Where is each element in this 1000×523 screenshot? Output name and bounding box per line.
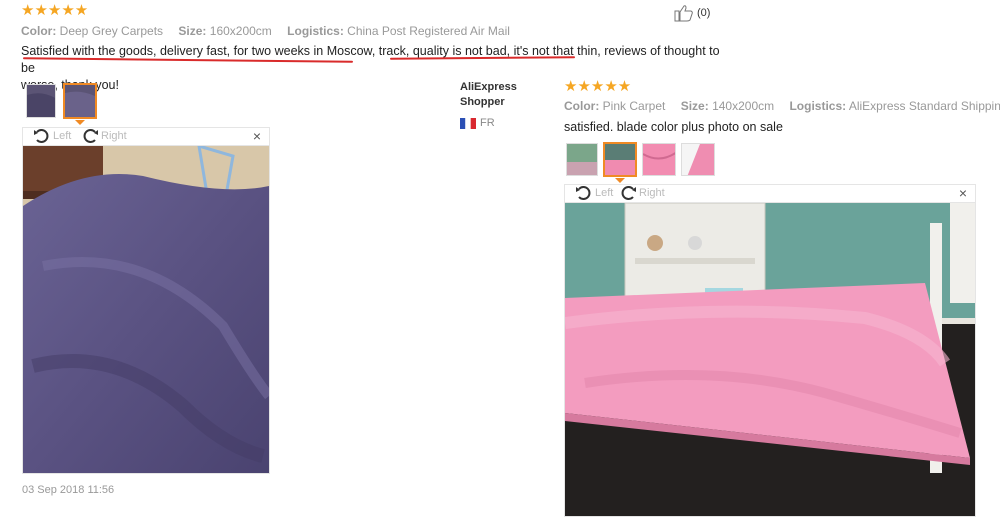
reviewer-country: FR — [460, 117, 495, 129]
rating-stars: ★★★★★ — [564, 78, 632, 95]
rotate-left-icon — [576, 186, 591, 200]
size-label: Size: — [178, 24, 207, 38]
rotate-right-label: Right — [639, 187, 665, 199]
grey-rug-photo — [23, 146, 269, 473]
photo-thumbnail[interactable] — [642, 143, 676, 176]
color-value: Pink Carpet — [602, 99, 666, 113]
logistics-label: Logistics: — [789, 99, 847, 113]
color-value: Deep Grey Carpets — [59, 24, 164, 38]
size-label: Size: — [680, 99, 709, 113]
image-viewer-toolbar: Left Right × — [564, 184, 976, 203]
rotate-right-button[interactable]: Right — [619, 185, 665, 201]
close-icon[interactable]: × — [959, 185, 967, 201]
rating-stars: ★★★★★ — [21, 2, 89, 19]
image-viewer-toolbar: Left Right × — [22, 127, 270, 146]
size-value: 140x200cm — [712, 99, 775, 113]
rotate-right-icon — [621, 186, 636, 200]
rug-photo-icon — [682, 144, 714, 175]
rotate-left-icon — [34, 129, 49, 143]
rotate-right-icon — [83, 129, 98, 143]
helpful-count: (0) — [697, 7, 711, 19]
logistics-value: AliExpress Standard Shipping — [848, 99, 1000, 113]
logistics-label: Logistics: — [287, 24, 344, 38]
color-label: Color: — [564, 99, 600, 113]
review-meta: Color: Pink Carpet Size: 140x200cm Logis… — [564, 99, 1000, 113]
helpful-button[interactable]: (0) — [674, 4, 710, 22]
review-photo-large — [22, 145, 270, 474]
photo-thumbnail[interactable] — [26, 84, 56, 118]
reviewer-name: AliExpress Shopper — [460, 80, 517, 110]
rug-photo-icon — [65, 85, 95, 117]
france-flag-icon — [460, 117, 476, 129]
reviewer-name-line: Shopper — [460, 96, 505, 108]
rotate-right-label: Right — [101, 130, 127, 142]
review-text: satisfied. blade color plus photo on sal… — [564, 120, 783, 134]
review-photo-large — [564, 202, 976, 517]
size-value: 160x200cm — [209, 24, 272, 38]
rug-photo-icon — [605, 144, 635, 175]
logistics-value: China Post Registered Air Mail — [347, 24, 510, 38]
photo-thumbnail[interactable] — [681, 143, 715, 176]
country-code: FR — [480, 117, 495, 129]
pink-rug-photo — [565, 203, 975, 516]
thumbs-up-icon — [674, 5, 693, 22]
color-label: Color: — [21, 24, 57, 38]
rotate-right-button[interactable]: Right — [81, 128, 127, 144]
close-icon[interactable]: × — [253, 128, 261, 144]
rug-photo-icon — [643, 144, 675, 175]
photo-thumbnail-selected[interactable] — [603, 142, 637, 177]
rotate-left-button[interactable]: Left — [575, 185, 613, 201]
rotate-left-label: Left — [595, 187, 614, 199]
photo-thumbnail[interactable] — [566, 143, 598, 176]
photo-thumbnail-selected[interactable] — [63, 83, 97, 119]
rotate-left-button[interactable]: Left — [33, 128, 71, 144]
review-meta: Color: Deep Grey Carpets Size: 160x200cm… — [21, 24, 522, 38]
selected-arrow — [615, 178, 625, 183]
rotate-left-label: Left — [53, 130, 72, 142]
review-date: 03 Sep 2018 11:56 — [22, 484, 115, 496]
selected-arrow — [75, 120, 85, 125]
rug-photo-icon — [567, 144, 597, 175]
reviewer-name-line: AliExpress — [460, 81, 517, 93]
rug-photo-icon — [27, 85, 55, 117]
